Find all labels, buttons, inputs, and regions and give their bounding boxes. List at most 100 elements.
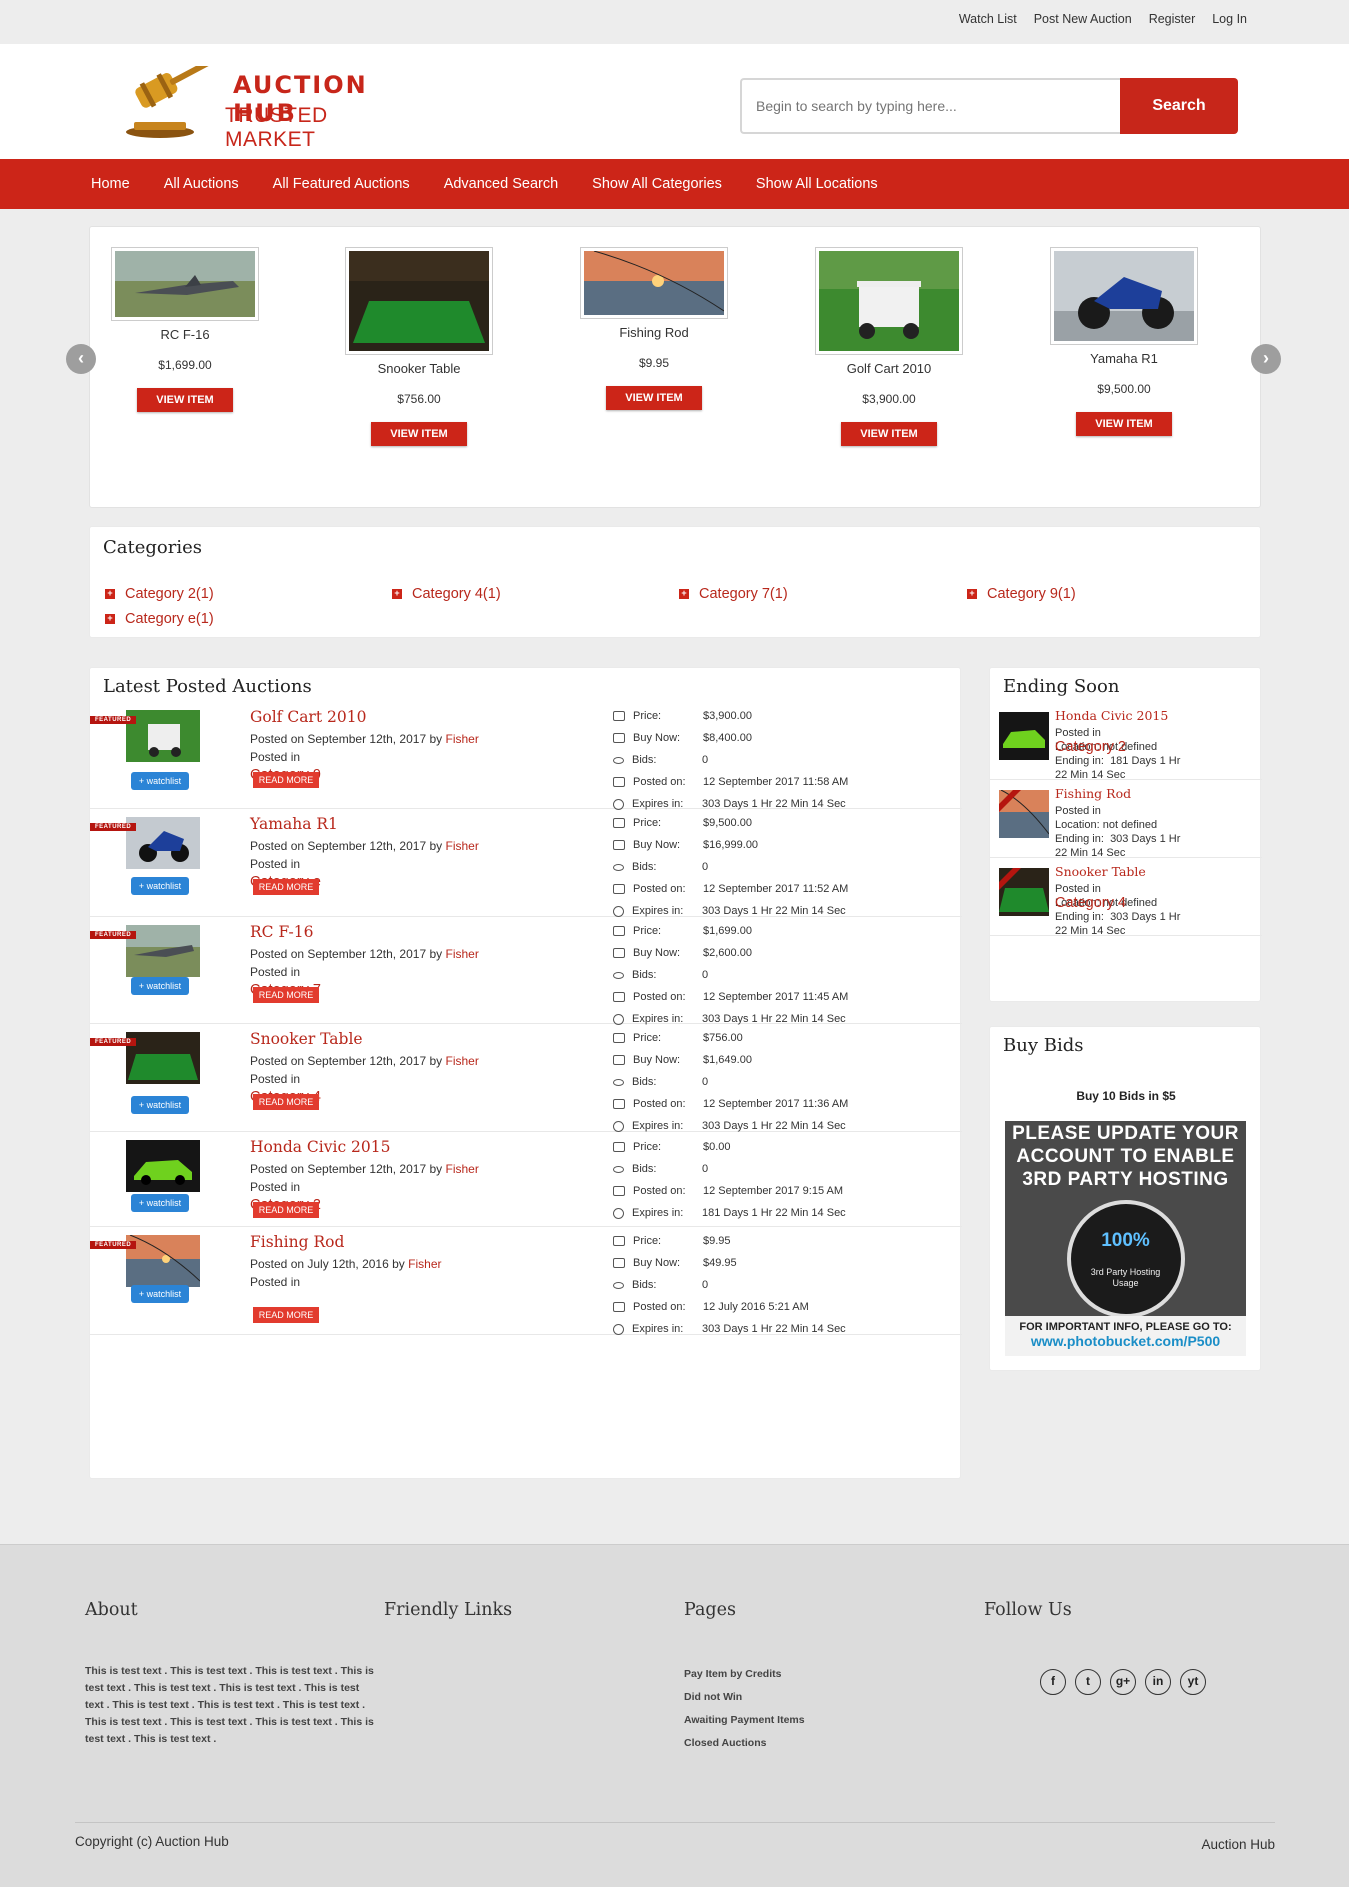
read-more-button[interactable]: READ MORE [253,1307,319,1323]
search-button[interactable]: Search [1120,78,1238,134]
slide-image[interactable] [111,247,259,321]
post-new-auction-link[interactable]: Post New Auction [1034,12,1132,26]
log-in-link[interactable]: Log In [1212,12,1247,26]
nav-all-auctions[interactable]: All Auctions [164,176,239,192]
auction-thumbnail[interactable]: FEATURED [90,817,200,869]
slide-image[interactable] [815,247,963,355]
pay-item-by-credits-link[interactable]: Pay Item by Credits [684,1663,805,1686]
buy-now-icon [613,1055,625,1065]
detail-value: $1,699.00 [703,925,752,937]
awaiting-payment-link[interactable]: Awaiting Payment Items [684,1709,805,1732]
detail-label: Buy Now: [633,732,681,744]
nav-advanced-search[interactable]: Advanced Search [444,176,558,192]
did-not-win-link[interactable]: Did not Win [684,1686,805,1709]
view-item-button[interactable]: VIEW ITEM [606,386,702,410]
chevron-left-icon[interactable]: ‹ [66,344,96,374]
add-to-watchlist-button[interactable]: + watchlist [131,877,189,895]
category-link[interactable]: + Category 2(1) [105,586,214,602]
auction-title[interactable]: Yamaha R1 [250,815,338,833]
author-link[interactable]: Fisher [446,947,479,961]
author-link[interactable]: Fisher [446,732,479,746]
detail-label: Posted on: [633,1301,686,1313]
category-link[interactable]: + Category 7(1) [679,586,788,602]
site-header: AUCTION HUB TRUSTED MARKET Search [0,44,1349,159]
detail-buy-now: Buy Now: $2,600.00 [613,942,848,964]
auction-details: Price: $9,500.00 Buy Now: $16,999.00 Bids: 0 P… [613,812,848,922]
author-link[interactable]: Fisher [446,1054,479,1068]
view-item-button[interactable]: VIEW ITEM [137,388,233,412]
auction-thumbnail[interactable] [126,1140,200,1192]
add-to-watchlist-button[interactable]: + watchlist [131,772,189,790]
auction-title[interactable]: Fishing Rod [250,1233,344,1251]
search-input[interactable] [740,78,1120,134]
nav-all-categories[interactable]: Show All Categories [592,176,722,192]
facebook-icon[interactable]: f [1040,1669,1066,1695]
posted-on-icon [613,777,625,787]
auction-thumbnail[interactable]: FEATURED [90,1032,200,1084]
register-link[interactable]: Register [1149,12,1196,26]
ending-item-title[interactable]: Fishing Rod [1055,786,1131,801]
ending-item-title[interactable]: Honda Civic 2015 [1055,708,1168,723]
detail-bids: Bids: 0 [613,856,848,878]
closed-auctions-link[interactable]: Closed Auctions [684,1732,805,1755]
author-link[interactable]: Fisher [446,1162,479,1176]
add-to-watchlist-button[interactable]: + watchlist [131,1194,189,1212]
category-link[interactable]: Category 2 [1055,740,1126,755]
ending-item-title[interactable]: Snooker Table [1055,864,1146,879]
read-more-button[interactable]: READ MORE [253,1094,319,1110]
add-to-watchlist-button[interactable]: + watchlist [131,977,189,995]
detail-label: Expires in: [632,1207,684,1219]
read-more-button[interactable]: READ MORE [253,772,319,788]
category-link[interactable]: + Category 9(1) [967,586,1076,602]
buy-bids-offer[interactable]: Buy 10 Bids in $5 [990,1089,1262,1103]
read-more-button[interactable]: READ MORE [253,987,319,1003]
top-bar: Watch List Post New Auction Register Log… [0,0,1349,44]
auction-meta: Posted on September 12th, 2017 by Fisher… [250,1052,479,1105]
bids-icon [613,1281,624,1289]
auction-title[interactable]: Golf Cart 2010 [250,708,366,726]
read-more-button[interactable]: READ MORE [253,879,319,895]
slide-image[interactable] [345,247,493,355]
social-links: f t g+ in yt [1040,1669,1206,1695]
nav-home[interactable]: Home [91,176,130,192]
twitter-icon[interactable]: t [1075,1669,1101,1695]
category-link[interactable]: + Category 4(1) [392,586,501,602]
detail-value: $2,600.00 [703,947,752,959]
add-to-watchlist-button[interactable]: + watchlist [131,1285,189,1303]
auction-thumbnail[interactable]: FEATURED [90,710,200,762]
detail-label: Price: [633,710,662,722]
watch-list-link[interactable]: Watch List [959,12,1017,26]
auction-title[interactable]: RC F-16 [250,923,313,941]
category-link[interactable]: + Category e(1) [105,611,214,627]
auction-thumbnail[interactable]: FEATURED [90,925,200,977]
ending-item-thumbnail[interactable] [999,790,1049,838]
google-plus-icon[interactable]: g+ [1110,1669,1136,1695]
ending-item-thumbnail[interactable] [999,712,1049,760]
ending-item-thumbnail[interactable] [999,868,1049,916]
slide-image[interactable] [580,247,728,319]
author-link[interactable]: Fisher [408,1257,441,1271]
add-to-watchlist-button[interactable]: + watchlist [131,1096,189,1114]
read-more-button[interactable]: READ MORE [253,1202,319,1218]
nav-all-locations[interactable]: Show All Locations [756,176,878,192]
about-text: This is test text . This is test text . … [85,1665,374,1745]
auction-meta: Posted on July 12th, 2016 by Fisher Poste… [250,1257,442,1289]
auction-title[interactable]: Honda Civic 2015 [250,1138,391,1156]
author-link[interactable]: Fisher [446,839,479,853]
view-item-button[interactable]: VIEW ITEM [841,422,937,446]
posted-on-icon [613,884,625,894]
view-item-button[interactable]: VIEW ITEM [371,422,467,446]
chevron-right-icon[interactable]: › [1251,344,1281,374]
auction-thumbnail[interactable]: FEATURED [90,1235,200,1287]
detail-value: 0 [702,754,709,766]
youtube-icon[interactable]: yt [1180,1669,1206,1695]
detail-label: Expires in: [632,1120,684,1132]
detail-bids: Bids: 0 [613,1071,848,1093]
view-item-button[interactable]: VIEW ITEM [1076,412,1172,436]
slide-image[interactable] [1050,247,1198,345]
site-logo[interactable]: AUCTION HUB TRUSTED MARKET [120,66,410,151]
category-link[interactable]: Category 4 [1055,896,1126,911]
auction-title[interactable]: Snooker Table [250,1030,363,1048]
linkedin-icon[interactable]: in [1145,1669,1171,1695]
nav-featured-auctions[interactable]: All Featured Auctions [273,176,410,192]
